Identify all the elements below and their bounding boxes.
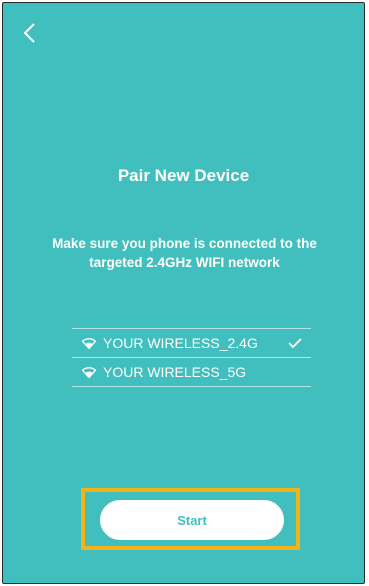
- wifi-icon: [82, 366, 96, 378]
- back-button[interactable]: [17, 19, 45, 47]
- wifi-icon: [82, 337, 96, 349]
- pair-device-screen: Pair New Device Make sure you phone is c…: [2, 2, 365, 584]
- page-title: Pair New Device: [117, 166, 250, 185]
- wifi-network-list: YOUR WIRELESS_2.4G YOUR WIRELESS_5G: [72, 328, 311, 387]
- wifi-network-ssid: YOUR WIRELESS_2.4G: [103, 335, 258, 351]
- wifi-network-item-5g[interactable]: YOUR WIRELESS_5G: [72, 358, 311, 387]
- wifi-network-item-2-4g[interactable]: YOUR WIRELESS_2.4G: [72, 329, 311, 358]
- start-button[interactable]: Start: [100, 500, 284, 540]
- checkmark-icon: [288, 336, 302, 349]
- pairing-instruction: Make sure you phone is connected to the …: [52, 236, 317, 270]
- wifi-network-ssid: YOUR WIRELESS_5G: [103, 364, 247, 380]
- chevron-left-icon: [23, 23, 35, 43]
